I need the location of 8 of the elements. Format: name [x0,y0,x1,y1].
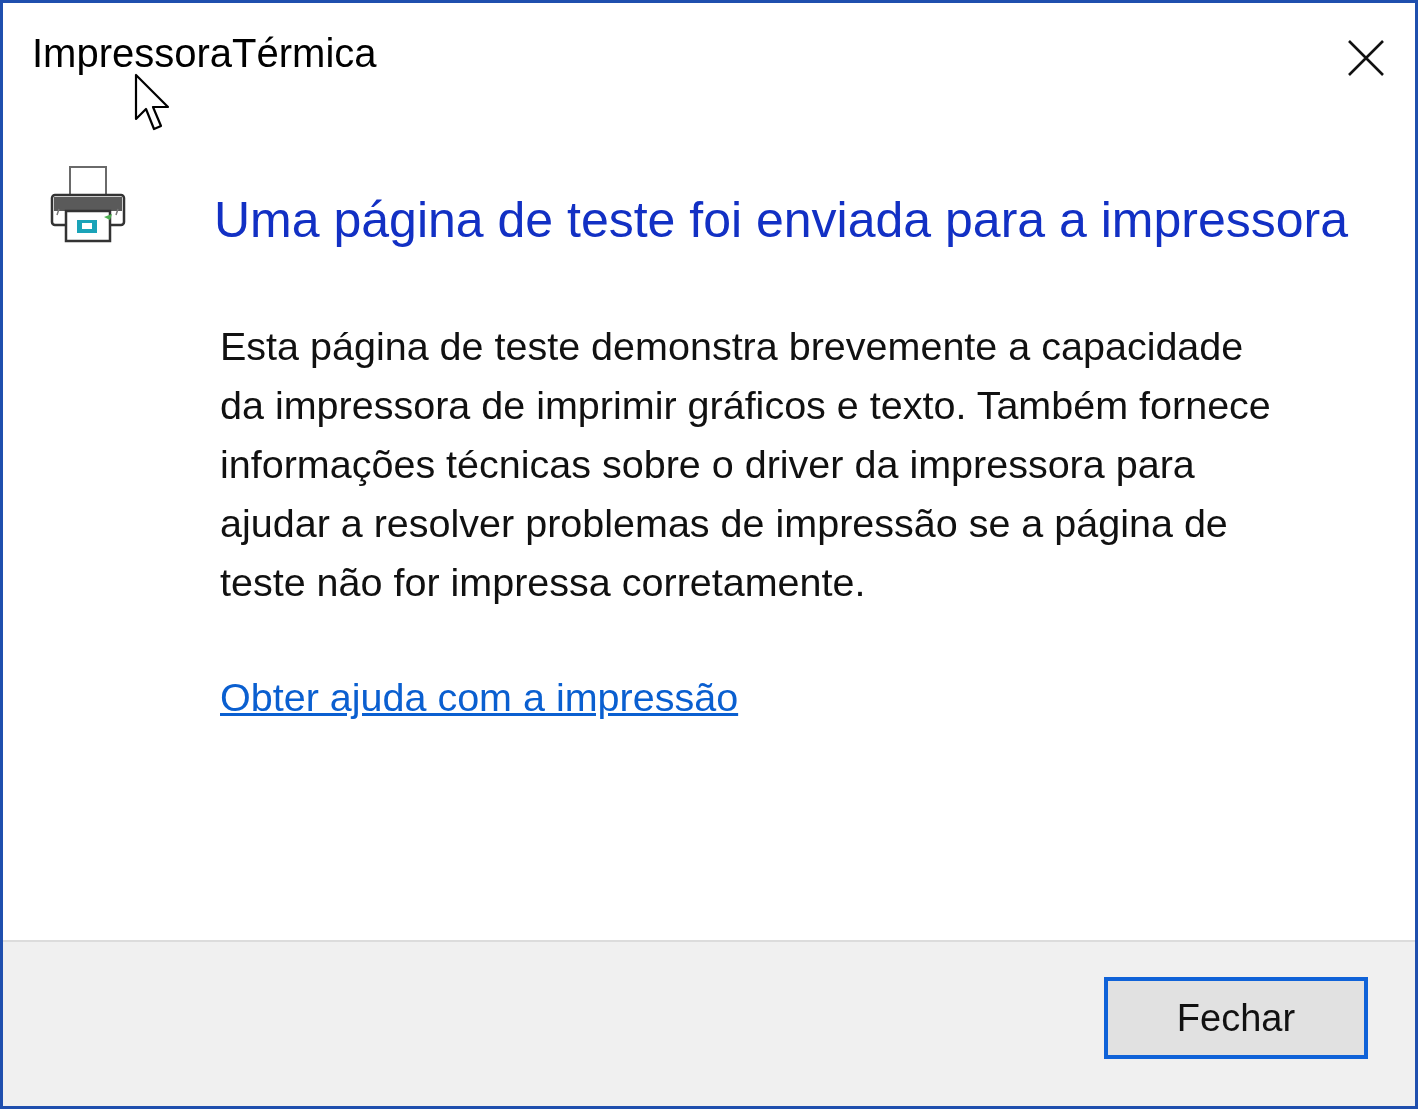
help-link[interactable]: Obter ajuda com a impressão [220,668,739,727]
close-icon [1348,40,1384,76]
dialog-heading: Uma página de teste foi enviada para a impressora [214,191,1348,250]
close-dialog-button[interactable]: Fechar [1104,977,1368,1059]
printer-icon [50,165,126,243]
close-button[interactable] [1348,40,1384,76]
description-text: Esta página de teste demonstra brevemente a capacidade da impressora de imprimir gráficos e texto. Também fornece informações técnicas sobre o driver da impressora para ajudar a resolver problemas de impressão se a página de teste não for impressa corretamente. [220,323,1272,606]
window-title: ImpressoraTérmica [32,30,377,77]
